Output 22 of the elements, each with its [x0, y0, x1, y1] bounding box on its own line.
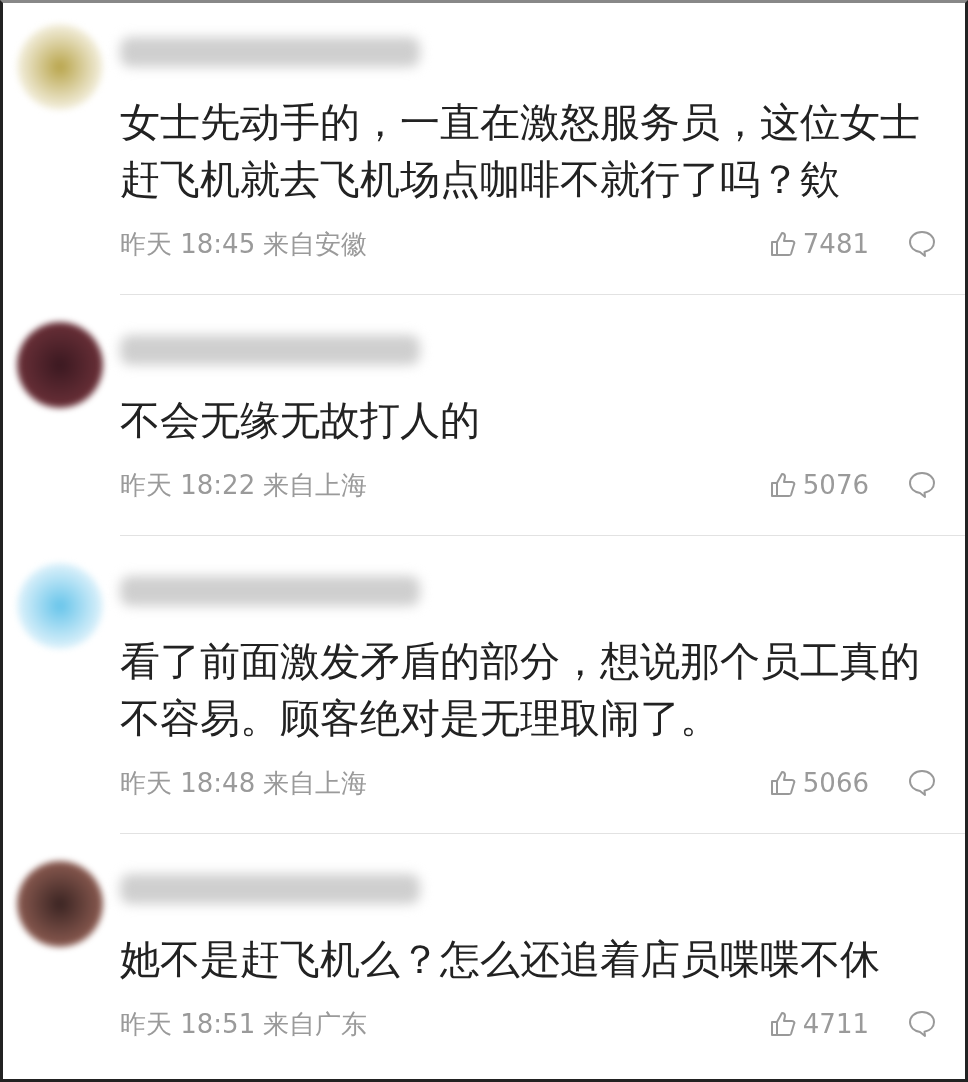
- like-count: 5066: [802, 768, 869, 798]
- comment-meta: 昨天 18:22 来自上海: [120, 468, 368, 502]
- thumbs-up-icon[interactable]: [768, 1010, 797, 1038]
- comment-meta: 昨天 18:48 来自上海: [120, 766, 368, 800]
- avatar[interactable]: [17, 861, 103, 947]
- thumbs-up-icon[interactable]: [768, 471, 797, 499]
- avatar[interactable]: [17, 322, 103, 408]
- comment-icon[interactable]: [907, 229, 937, 259]
- comment-text: 女士先动手的，一直在激怒服务员，这位女士赶飞机就去飞机场点咖啡不就行了吗？欸: [120, 98, 920, 204]
- thumbs-up-icon[interactable]: [768, 230, 797, 258]
- comment-text: 看了前面激发矛盾的部分，想说那个员工真的不容易。顾客绝对是无理取闹了。: [120, 637, 920, 743]
- like-count: 7481: [802, 229, 869, 259]
- comment-text: 不会无缘无故打人的: [120, 396, 481, 445]
- thumbs-up-icon[interactable]: [768, 769, 797, 797]
- comment-meta: 昨天 18:45 来自安徽: [120, 227, 368, 261]
- comment-meta: 昨天 18:51 来自广东: [120, 1007, 368, 1041]
- comment-icon[interactable]: [907, 1009, 937, 1039]
- comment-text: 她不是赶飞机么？怎么还追着店员喋喋不休: [120, 935, 881, 984]
- like-count: 5076: [802, 470, 869, 500]
- like-count: 4711: [802, 1009, 869, 1039]
- comment-icon[interactable]: [907, 768, 937, 798]
- comment-icon[interactable]: [907, 470, 937, 500]
